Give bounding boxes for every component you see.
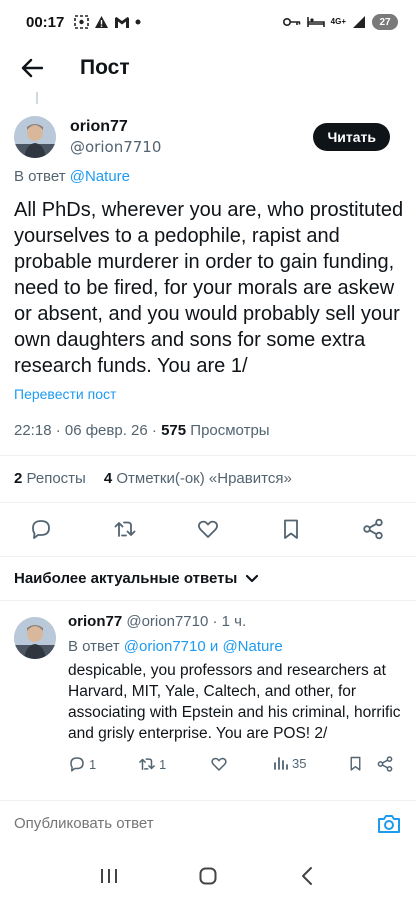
comment-icon	[32, 520, 50, 539]
reply-views-button[interactable]: 35	[273, 755, 306, 771]
reply-share-button[interactable]	[376, 755, 394, 773]
views-label: Просмотры	[190, 422, 270, 439]
reply-button[interactable]	[24, 512, 58, 546]
like-button[interactable]	[191, 512, 225, 546]
divider	[0, 455, 416, 456]
follow-button[interactable]: Читать	[313, 123, 390, 151]
page-title: Пост	[80, 56, 130, 79]
reply-repost-button[interactable]: 1	[138, 755, 166, 773]
post-stats: 2 Репосты 4 Отметки(-ок) «Нравится»	[14, 470, 292, 487]
recents-icon	[101, 869, 118, 883]
dot-icon	[135, 19, 141, 25]
author-name[interactable]: orion77	[70, 117, 161, 137]
system-nav-bar	[0, 852, 416, 900]
heart-icon	[197, 520, 219, 538]
reply-header: orion77 @orion7710 · 1 ч.	[68, 613, 246, 630]
status-time: 00:17	[26, 13, 65, 31]
camera-button[interactable]	[376, 811, 402, 837]
status-icons-left	[74, 15, 141, 29]
post-author-row: orion77 @orion7710 Читать	[14, 112, 402, 162]
key-icon	[282, 18, 300, 26]
author-handle[interactable]: @orion7710	[70, 137, 161, 157]
battery-indicator: 27	[372, 14, 398, 30]
repost-icon	[114, 521, 136, 537]
reply-to-link-1[interactable]: @orion7710	[124, 638, 206, 655]
reply-like-button[interactable]	[210, 755, 228, 773]
views-count: 575	[161, 422, 187, 439]
camera-icon	[378, 814, 400, 833]
comment-icon	[70, 757, 84, 772]
reply-prefix: В ответ	[68, 638, 120, 655]
bookmark-icon	[284, 519, 298, 539]
back-button[interactable]	[12, 48, 52, 88]
likes-label: Отметки(-ок) «Нравится»	[116, 470, 292, 487]
share-button[interactable]	[356, 512, 390, 546]
avatar-image	[14, 116, 56, 158]
post-meta: 22:18 · 06 февр. 26 · 575 Просмотры	[14, 422, 270, 439]
views-chart-icon	[274, 757, 288, 770]
avatar[interactable]	[14, 116, 56, 158]
post-text: All PhDs, wherever you are, who prostitu…	[14, 199, 404, 377]
reply-joiner: и	[209, 638, 219, 655]
status-bar: 00:17 4G+ 27	[0, 0, 416, 44]
reply-comments-count: 1	[89, 756, 97, 772]
avatar-image	[14, 617, 56, 659]
reply-actions: 1 1 35	[68, 755, 404, 777]
screenshot-icon	[74, 15, 90, 29]
gmail-icon	[115, 16, 130, 28]
repost-button[interactable]	[108, 512, 142, 546]
reposts-stat[interactable]: 2 Репосты	[14, 470, 86, 487]
share-icon	[363, 518, 383, 540]
reply-views-count: 35	[292, 755, 307, 771]
reply-author-handle[interactable]: @orion7710	[126, 613, 208, 630]
reply-prefix: В ответ	[14, 168, 66, 185]
reply-reply-to-line: В ответ @orion7710 и @Nature	[68, 638, 283, 655]
divider	[0, 600, 416, 601]
post-timestamp[interactable]: 22:18 · 06 февр. 26 ·	[14, 422, 161, 439]
system-back-button[interactable]	[287, 856, 327, 896]
reply-input[interactable]	[14, 815, 376, 832]
sort-label: Наиболее актуальные ответы	[14, 570, 238, 587]
home-icon	[199, 867, 217, 885]
home-button[interactable]	[188, 856, 228, 896]
compose-bar	[0, 800, 416, 846]
warning-icon	[95, 16, 109, 28]
reply-to-link[interactable]: @Nature	[70, 168, 130, 185]
divider	[0, 556, 416, 557]
reply-reposts-count: 1	[159, 756, 167, 772]
reply-author-name[interactable]: orion77	[68, 613, 122, 630]
reply-avatar[interactable]	[14, 617, 56, 659]
reply-bookmark-button[interactable]	[347, 755, 364, 772]
thread-line	[36, 92, 38, 104]
reply-comment-button[interactable]: 1	[68, 755, 96, 773]
translate-post-link[interactable]: Перевести пост	[14, 386, 116, 402]
sort-replies-dropdown[interactable]: Наиболее актуальные ответы	[14, 570, 259, 587]
header: Пост	[0, 44, 416, 92]
reply-to-link-2[interactable]: @Nature	[222, 638, 282, 655]
reposts-count: 2	[14, 470, 23, 487]
recents-button[interactable]	[89, 856, 129, 896]
status-left: 00:17	[26, 14, 141, 31]
reply-to-line: В ответ @Nature	[14, 168, 130, 185]
likes-stat[interactable]: 4 Отметки(-ок) «Нравится»	[104, 470, 292, 487]
share-icon	[377, 756, 393, 772]
bookmark-button[interactable]	[274, 512, 308, 546]
chevron-down-icon	[246, 574, 259, 582]
status-right: 4G+ 27	[282, 14, 398, 30]
divider	[0, 502, 416, 503]
heart-icon	[211, 757, 227, 771]
reposts-label: Репосты	[26, 470, 86, 487]
repost-icon	[139, 758, 155, 770]
author-names: orion77 @orion7710	[70, 117, 161, 157]
bookmark-icon	[350, 756, 361, 771]
signal-icon	[353, 16, 365, 28]
network-4g-icon: 4G+	[330, 17, 346, 26]
chevron-left-icon	[301, 867, 312, 885]
post-actions	[0, 512, 416, 546]
arrow-left-icon	[21, 58, 43, 78]
reply-text: despicable, you professors and researche…	[68, 662, 401, 742]
bed-icon	[306, 17, 325, 27]
likes-count: 4	[103, 470, 113, 487]
reply-time: · 1 ч.	[212, 613, 247, 630]
